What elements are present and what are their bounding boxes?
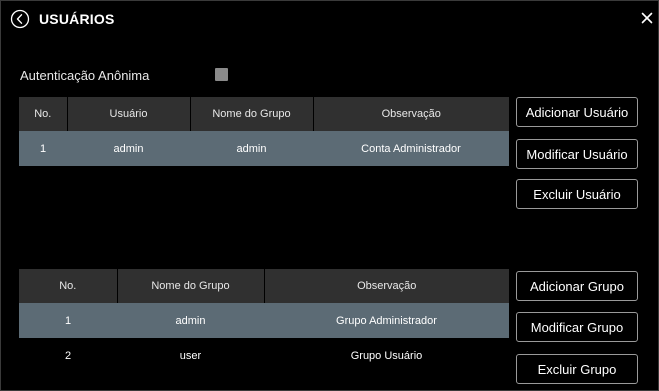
column-header-group-name[interactable]: Nome do Grupo: [190, 97, 314, 131]
modify-user-button[interactable]: Modificar Usuário: [516, 139, 638, 169]
add-group-button[interactable]: Adicionar Grupo: [516, 271, 638, 301]
table-row[interactable]: 1 admin admin Conta Administrador: [19, 131, 509, 166]
users-dialog: USUÁRIOS Autenticação Anônima No. Usuári…: [0, 0, 659, 391]
anonymous-auth-checkbox[interactable]: [215, 68, 228, 81]
column-header-no[interactable]: No.: [19, 97, 68, 131]
column-header-user[interactable]: Usuário: [67, 97, 191, 131]
dialog-title: USUÁRIOS: [39, 11, 115, 27]
groups-table-header: No. Nome do Grupo Observação: [19, 269, 509, 303]
anonymous-auth-label: Autenticação Anônima: [20, 68, 150, 83]
users-table-header: No. Usuário Nome do Grupo Observação: [19, 97, 509, 131]
circle-chevron-left-icon[interactable]: [10, 9, 30, 29]
table-row[interactable]: 1 admin Grupo Administrador: [19, 303, 509, 338]
delete-user-button[interactable]: Excluir Usuário: [516, 179, 638, 209]
modify-group-button[interactable]: Modificar Grupo: [516, 312, 638, 342]
cell-group: admin: [190, 131, 313, 166]
cell-no: 1: [19, 303, 117, 338]
cell-no: 2: [19, 338, 117, 373]
column-header-group-name[interactable]: Nome do Grupo: [117, 269, 265, 303]
delete-group-button[interactable]: Excluir Grupo: [516, 354, 638, 384]
column-header-note[interactable]: Observação: [264, 269, 509, 303]
close-icon[interactable]: [640, 11, 654, 25]
cell-group: user: [117, 338, 264, 373]
cell-user: admin: [67, 131, 190, 166]
cell-note: Grupo Usuário: [264, 338, 509, 373]
cell-note: Conta Administrador: [313, 131, 509, 166]
groups-table: No. Nome do Grupo Observação 1 admin Gru…: [19, 269, 509, 373]
cell-group: admin: [117, 303, 264, 338]
table-row[interactable]: 2 user Grupo Usuário: [19, 338, 509, 373]
cell-no: 1: [19, 131, 67, 166]
column-header-no[interactable]: No.: [19, 269, 118, 303]
column-header-note[interactable]: Observação: [313, 97, 509, 131]
users-table: No. Usuário Nome do Grupo Observação 1 a…: [19, 97, 509, 166]
add-user-button[interactable]: Adicionar Usuário: [516, 97, 638, 127]
cell-note: Grupo Administrador: [264, 303, 509, 338]
